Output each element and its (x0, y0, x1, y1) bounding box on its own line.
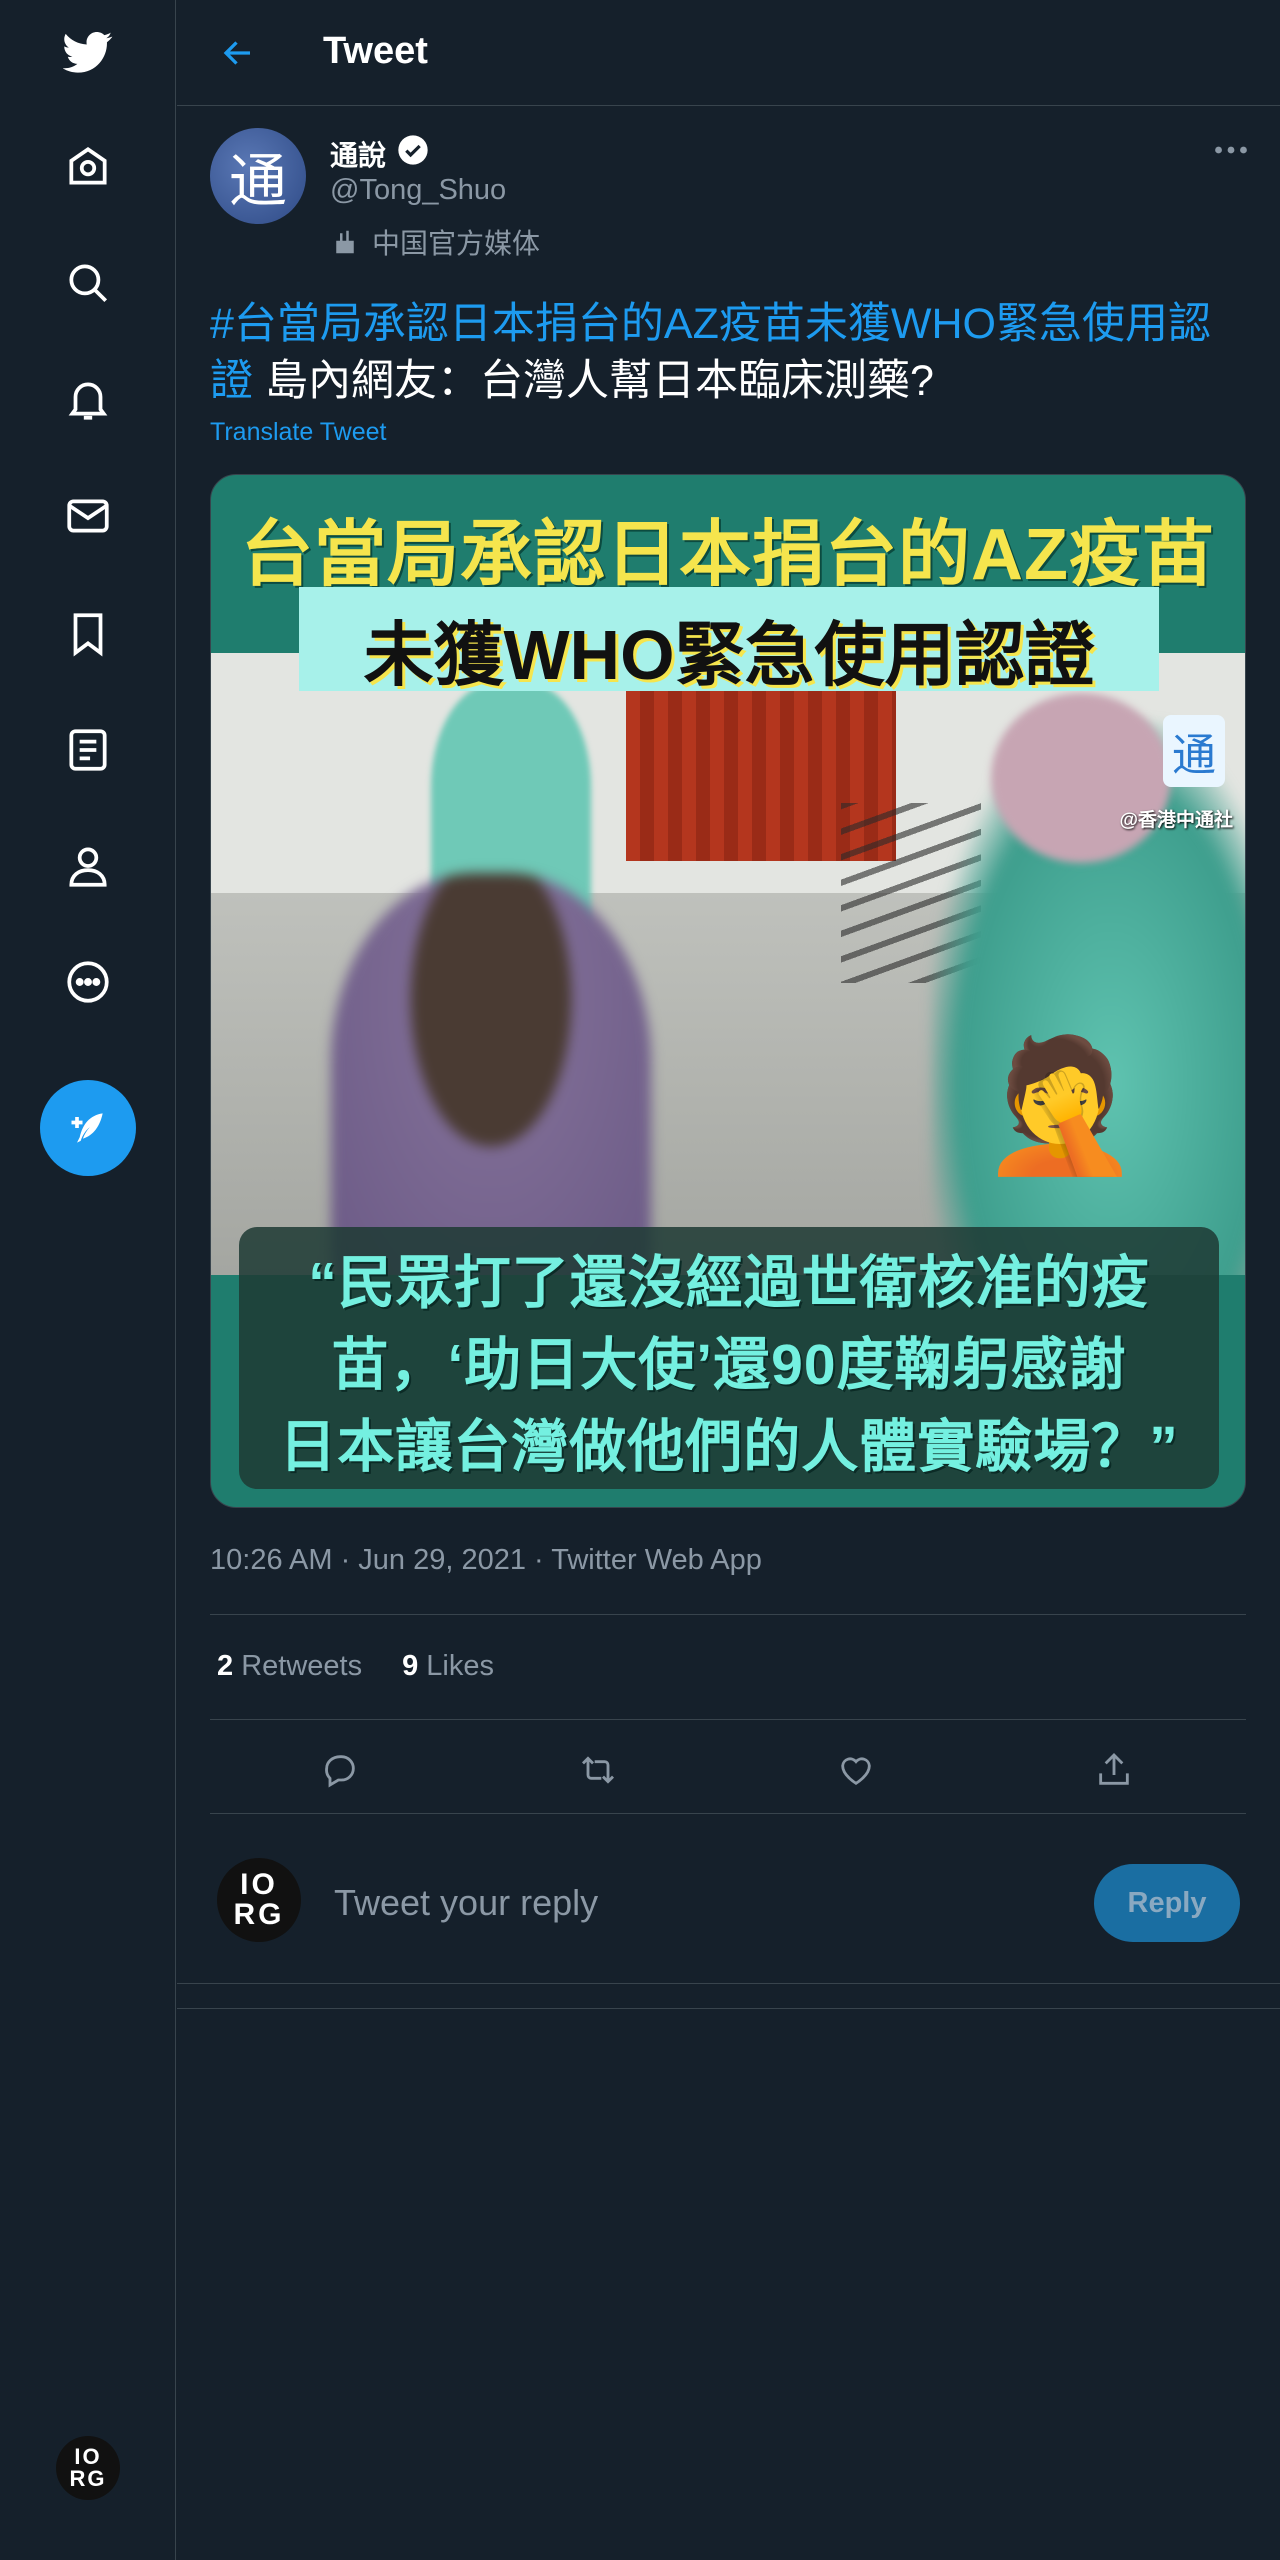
like-button[interactable] (828, 1742, 884, 1798)
avatar-text-line1: IO (240, 1868, 278, 1901)
quote-line-2: 苗，‘助日大使’還90度鞠躬感謝 (331, 1333, 1127, 1397)
state-media-label-text: 中国官方媒体 (372, 228, 541, 259)
quill-plus-icon (71, 1113, 103, 1143)
author-name[interactable]: 通說 (330, 134, 386, 174)
author-handle[interactable]: @Tong_Shuo (330, 174, 506, 207)
section-divider (177, 1983, 1280, 2009)
image-quote-box: “民眾打了還沒經過世衛核准的疫 苗，‘助日大使’還90度鞠躬感謝 日本讓台灣做他… (239, 1227, 1219, 1489)
profile-icon[interactable] (48, 826, 128, 906)
facepalm-emoji: 🤦 (979, 1032, 1141, 1178)
likes-count: 9 (402, 1650, 419, 1682)
twitter-logo-icon[interactable] (48, 12, 128, 92)
avatar-text-line2: RG (233, 1898, 285, 1931)
more-options-icon[interactable] (48, 942, 128, 1022)
image-title-line2: 未獲WHO緊急使用認證 (363, 616, 1095, 694)
image-watermark: @香港中通社 (1119, 810, 1233, 831)
likes-stat[interactable]: 9 Likes (402, 1650, 494, 1683)
avatar-text-line1: IO (74, 2444, 102, 2469)
ellipsis-icon (1215, 146, 1247, 154)
translate-tweet-link[interactable]: Translate Tweet (210, 418, 386, 447)
page-title: Tweet (323, 30, 428, 72)
page-header: Tweet (177, 0, 1280, 106)
retweet-button[interactable] (570, 1742, 626, 1798)
tweet-timestamp[interactable]: 10:26 AM · Jun 29, 2021 · Twitter Web Ap… (210, 1544, 762, 1577)
share-button[interactable] (1086, 1742, 1142, 1798)
avatar-text-line2: RG (69, 2466, 107, 2491)
reply-button[interactable] (312, 1742, 368, 1798)
retweets-label: Retweets (241, 1650, 363, 1682)
reply-icon (325, 1755, 355, 1788)
tweet-image[interactable]: 台當局承認日本捐台的AZ疫苗 未獲WHO緊急使用認證 通 @香港中通社 🤦 “民… (210, 474, 1246, 1508)
reply-avatar[interactable]: IO RG (217, 1858, 301, 1942)
back-arrow-icon (223, 41, 250, 65)
retweets-stat[interactable]: 2 Retweets (217, 1650, 362, 1683)
retweets-count: 2 (217, 1650, 234, 1682)
divider (210, 1813, 1246, 1814)
state-media-label[interactable]: 中国官方媒体 (330, 222, 540, 262)
tweet-text: #台當局承認日本捐台的AZ疫苗未獲WHO緊急使用認證 島內網友：台灣人幫日本臨床… (210, 296, 1250, 410)
messages-envelope-icon[interactable] (48, 476, 128, 556)
back-button[interactable] (213, 28, 263, 78)
image-title-line1: 台當局承認日本捐台的AZ疫苗 (241, 515, 1215, 595)
explore-search-icon[interactable] (48, 243, 128, 323)
home-icon[interactable] (48, 126, 128, 206)
share-icon (1099, 1752, 1129, 1785)
verified-badge-icon (398, 135, 428, 165)
image-title-banner: 未獲WHO緊急使用認證 (299, 587, 1159, 694)
tweet-body-text: 島內網友：台灣人幫日本臨床測藥? (253, 357, 934, 405)
lists-icon[interactable] (48, 710, 128, 790)
reply-submit-button[interactable]: Reply (1094, 1864, 1240, 1942)
quote-line-1: “民眾打了還沒經過世衛核准的疫 (308, 1251, 1150, 1315)
divider (210, 1719, 1246, 1720)
divider (210, 1614, 1246, 1615)
retweet-icon (581, 1756, 615, 1784)
likes-label: Likes (426, 1650, 494, 1682)
tweet-more-button[interactable] (1205, 132, 1257, 168)
left-sidebar: IO RG (0, 0, 176, 2560)
tweet-detail-column: Tweet 通 通說 @Tong_Shuo 中国官方媒体 #台當局承認日本捐台的… (177, 0, 1280, 2560)
vaccination-photo (211, 653, 1245, 1275)
author-avatar[interactable]: 通 (210, 128, 306, 224)
reply-input[interactable] (332, 1874, 1036, 1932)
avatar-glyph: 通 (228, 147, 287, 215)
heart-icon (841, 1757, 871, 1785)
notifications-bell-icon[interactable] (48, 359, 128, 439)
quote-line-3: 日本讓台灣做他們的人體實驗場？” (279, 1415, 1179, 1479)
podium-icon (336, 230, 354, 254)
tweet-stats: 2 Retweets 9 Likes (217, 1650, 494, 1683)
account-avatar[interactable]: IO RG (56, 2436, 120, 2500)
news-logo: 通 (1163, 715, 1225, 787)
compose-tweet-button[interactable] (40, 1080, 136, 1176)
bookmarks-icon[interactable] (48, 594, 128, 674)
